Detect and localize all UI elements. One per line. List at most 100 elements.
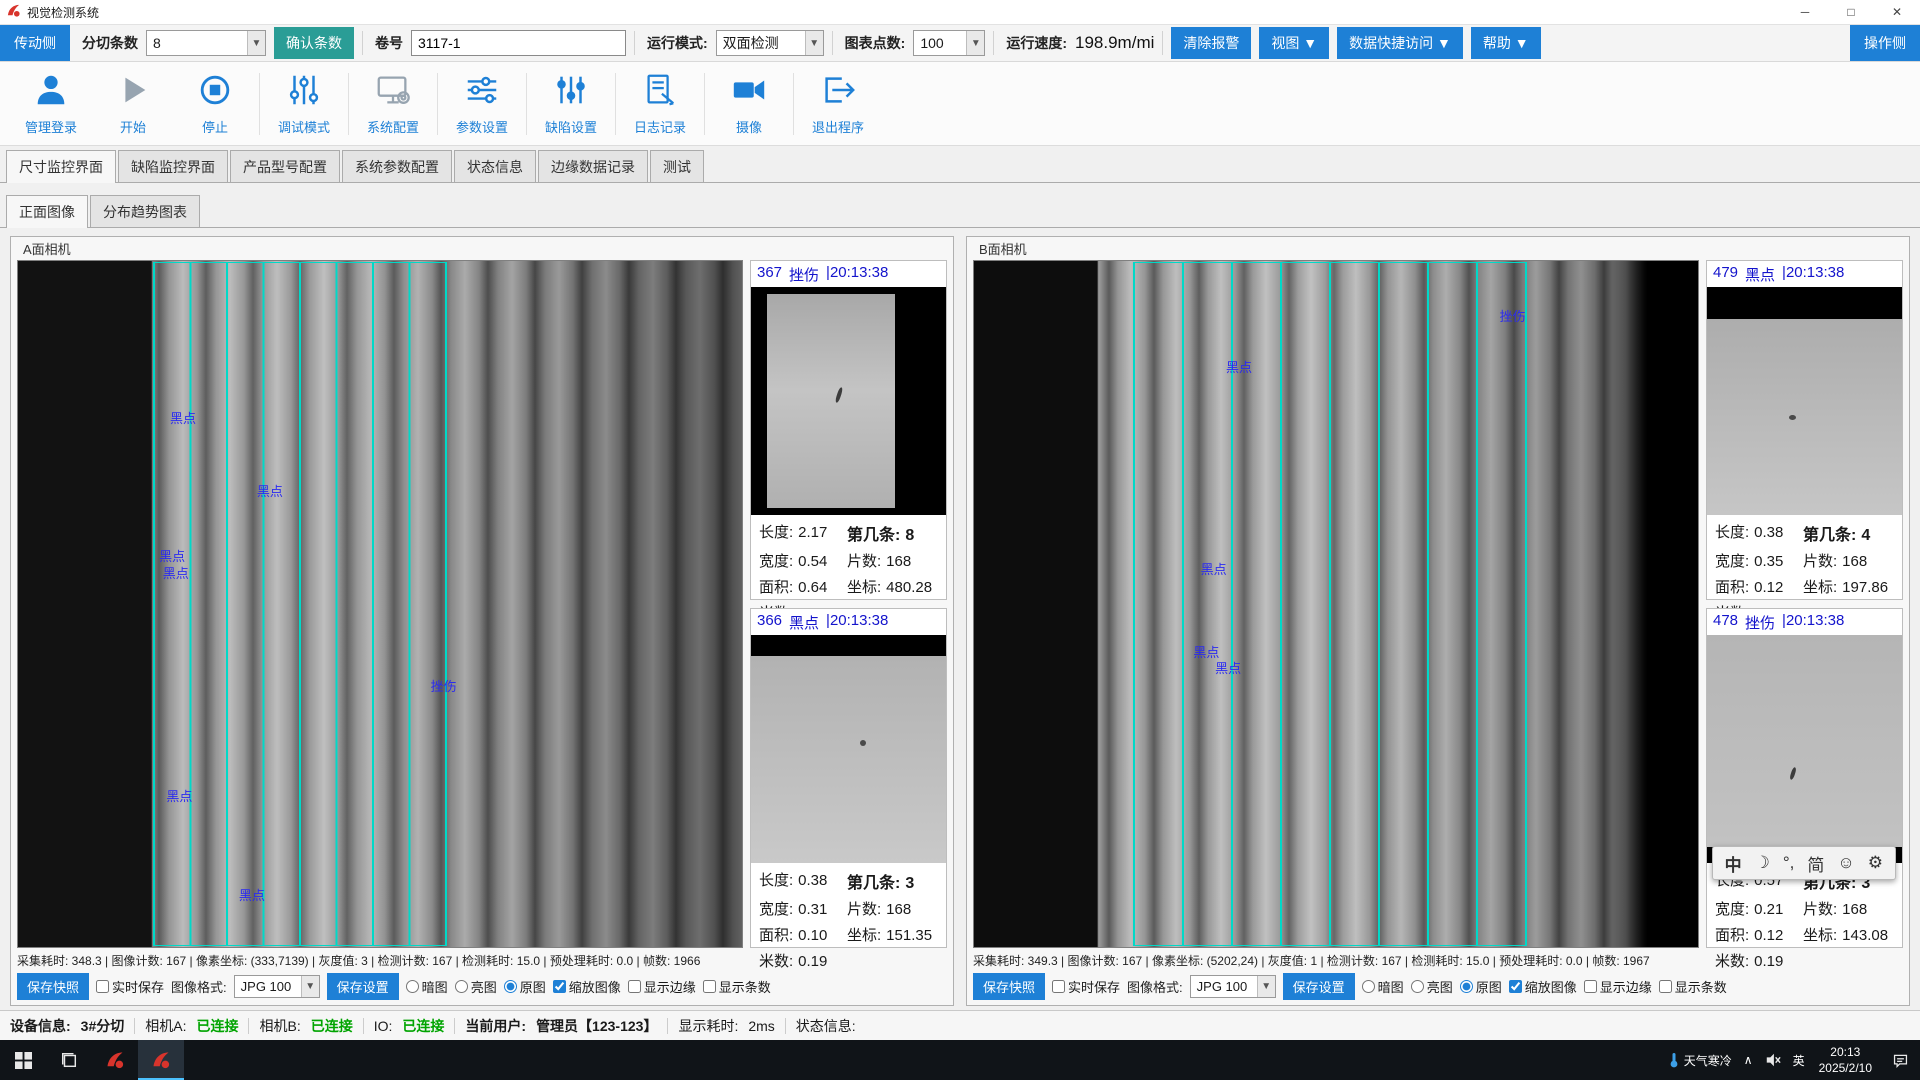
start-button[interactable]: 开始 [92,66,174,142]
toolbar-divider [793,73,794,135]
io-status: 已连接 [402,1016,444,1036]
bright-image-radio[interactable]: 亮图 [1411,977,1453,996]
weather-widget[interactable]: 天气寒冷 [1662,1040,1738,1080]
bright-image-radio[interactable]: 亮图 [455,977,497,996]
task-view-button[interactable] [46,1040,92,1080]
operate-side-button[interactable]: 操作侧 [1850,25,1920,61]
volume-icon[interactable] [1759,1040,1787,1080]
start-button[interactable] [0,1040,46,1080]
ime-language-toggle[interactable]: 中 [1725,851,1742,876]
defect-time: |20:13:38 [826,264,888,285]
save-settings-button[interactable]: 保存设置 [327,973,399,1000]
camera-a-status-label: 相机A: [145,1016,186,1036]
tab-front-image[interactable]: 正面图像 [6,195,88,228]
defect-card-header: 479 黑点 |20:13:38 [1707,261,1902,287]
ime-emoji-button[interactable]: ☺ [1837,853,1854,873]
capture-button[interactable]: 摄像 [708,66,790,142]
defect-thumbnail [1707,287,1902,515]
show-edges-checkbox[interactable]: 显示边缘 [628,977,696,996]
original-image-radio[interactable]: 原图 [1460,977,1502,996]
running-app-icon[interactable] [138,1040,184,1080]
display-elapsed-value: 2ms [748,1018,774,1034]
status-separator [134,1018,135,1034]
chevron-down-icon: ▼ [301,976,319,997]
run-mode-label: 运行模式: [647,33,708,53]
defect-length: 长度:0.38 [759,869,847,893]
defect-settings-button[interactable]: 缺陷设置 [530,66,612,142]
realtime-save-checkbox[interactable]: 实时保存 [1052,977,1120,996]
confirm-count-button[interactable]: 确认条数 [274,27,354,59]
taskbar-clock[interactable]: 20:13 2025/2/10 [1811,1044,1880,1076]
pinned-app-icon[interactable] [92,1040,138,1080]
play-icon [114,71,152,112]
maximize-button[interactable]: □ [1828,0,1874,24]
defect-coord: 坐标:480.28 [847,576,938,597]
minimize-button[interactable]: ─ [1782,0,1828,24]
toolbar-divider [615,73,616,135]
exit-program-button[interactable]: 退出程序 [797,66,879,142]
defect-list-a: 367 挫伤 |20:13:38 长度:2.17 第几条:8 宽度:0.54 片… [750,260,947,948]
show-strips-checkbox[interactable]: 显示条数 [703,977,771,996]
dark-image-radio[interactable]: 暗图 [406,977,448,996]
strip-lines-overlay [1133,262,1528,946]
roll-number-label: 卷号 [375,33,403,53]
ime-settings-gear-icon[interactable]: ⚙ [1868,853,1883,873]
ime-simplified-toggle[interactable]: 简 [1807,851,1824,876]
stop-button[interactable]: 停止 [174,66,256,142]
debug-mode-button[interactable]: 调试模式 [263,66,345,142]
save-snapshot-button[interactable]: 保存快照 [973,973,1045,1000]
image-format-select[interactable]: JPG 100▼ [1190,975,1276,998]
tab-edge-data-record[interactable]: 边缘数据记录 [538,150,648,182]
status-separator [785,1018,786,1034]
defect-strip-number: 第几条:3 [847,869,938,893]
ime-fullwidth-toggle[interactable]: ☽ [1755,853,1770,873]
defect-width: 宽度:0.21 [1715,898,1803,919]
admin-login-button[interactable]: 管理登录 [10,66,92,142]
help-menu-button[interactable]: 帮助 ▼ [1471,27,1541,59]
notification-center-button[interactable] [1880,1040,1920,1080]
roll-number-input[interactable] [411,30,626,56]
save-settings-button[interactable]: 保存设置 [1283,973,1355,1000]
defect-mark: 黑点 [257,481,283,500]
show-hidden-icons-button[interactable]: ∧ [1738,1040,1759,1080]
monitor-gear-icon [374,71,412,112]
close-button[interactable]: ✕ [1874,0,1920,24]
save-snapshot-button[interactable]: 保存快照 [17,973,89,1000]
zoom-image-checkbox[interactable]: 缩放图像 [1509,977,1577,996]
tab-product-model-config[interactable]: 产品型号配置 [230,150,340,182]
app-window: 视觉检测系统 ─ □ ✕ 传动侧 分切条数 8 ▼ 确认条数 卷号 运行模式: … [0,0,1920,1080]
tab-defect-monitor[interactable]: 缺陷监控界面 [118,150,228,182]
show-edges-checkbox[interactable]: 显示边缘 [1584,977,1652,996]
defect-coord: 坐标:143.08 [1803,924,1894,945]
chart-points-value: 100 [920,35,943,51]
drive-side-button[interactable]: 传动侧 [0,25,70,61]
current-user-value: 管理员【123-123】 [536,1016,657,1036]
defect-time: |20:13:38 [826,612,888,633]
exit-icon [819,71,857,112]
toolbar-separator [634,31,635,55]
parameter-settings-button[interactable]: 参数设置 [441,66,523,142]
status-separator [667,1018,668,1034]
ime-punctuation-toggle[interactable]: °, [1783,853,1795,873]
run-mode-select[interactable]: 双面检测 ▼ [716,30,824,56]
input-language-indicator[interactable]: 英 [1787,1040,1811,1080]
image-format-select[interactable]: JPG 100▼ [234,975,320,998]
tab-distribution-trend-chart[interactable]: 分布趋势图表 [90,195,200,227]
clear-alarm-button[interactable]: 清除报警 [1171,27,1251,59]
defect-area: 面积:0.12 [1715,576,1803,597]
tab-test[interactable]: 测试 [650,150,704,182]
tab-size-monitor[interactable]: 尺寸监控界面 [6,150,116,183]
zoom-image-checkbox[interactable]: 缩放图像 [553,977,621,996]
view-menu-button[interactable]: 视图 ▼ [1259,27,1329,59]
show-strips-checkbox[interactable]: 显示条数 [1659,977,1727,996]
chart-points-select[interactable]: 100 ▼ [913,30,985,56]
dark-image-radio[interactable]: 暗图 [1362,977,1404,996]
original-image-radio[interactable]: 原图 [504,977,546,996]
slit-count-select[interactable]: 8 ▼ [146,30,266,56]
system-config-button[interactable]: 系统配置 [352,66,434,142]
log-record-button[interactable]: 日志记录 [619,66,701,142]
data-quick-access-menu-button[interactable]: 数据快捷访问 ▼ [1337,27,1463,59]
tab-status-info[interactable]: 状态信息 [454,150,536,182]
tab-system-param-config[interactable]: 系统参数配置 [342,150,452,182]
realtime-save-checkbox[interactable]: 实时保存 [96,977,164,996]
